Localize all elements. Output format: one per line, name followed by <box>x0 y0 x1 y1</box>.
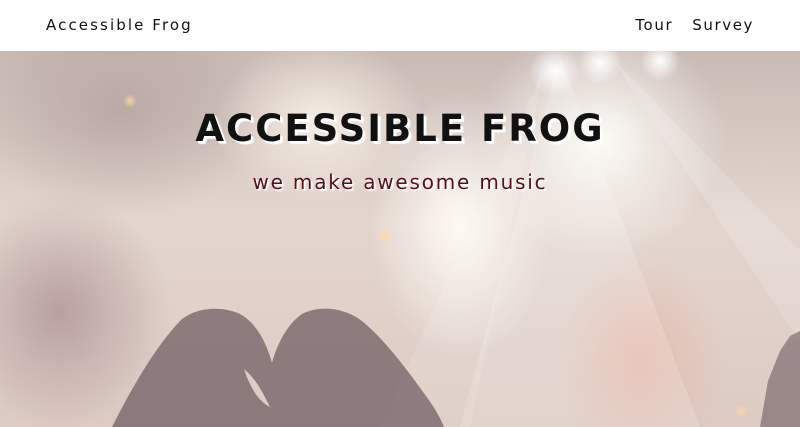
brand-link[interactable]: Accessible Frog <box>46 16 193 34</box>
top-navbar: Accessible Frog Tour Survey <box>0 0 800 51</box>
hero-title: ACCESSIBLE FROG <box>195 107 605 150</box>
hero-banner: ACCESSIBLE FROG we make awesome music <box>0 51 800 427</box>
nav-link-survey[interactable]: Survey <box>692 16 754 34</box>
nav-link-tour[interactable]: Tour <box>635 16 673 34</box>
nav-links: Tour Survey <box>635 16 754 34</box>
hero-tagline: we make awesome music <box>252 170 548 194</box>
